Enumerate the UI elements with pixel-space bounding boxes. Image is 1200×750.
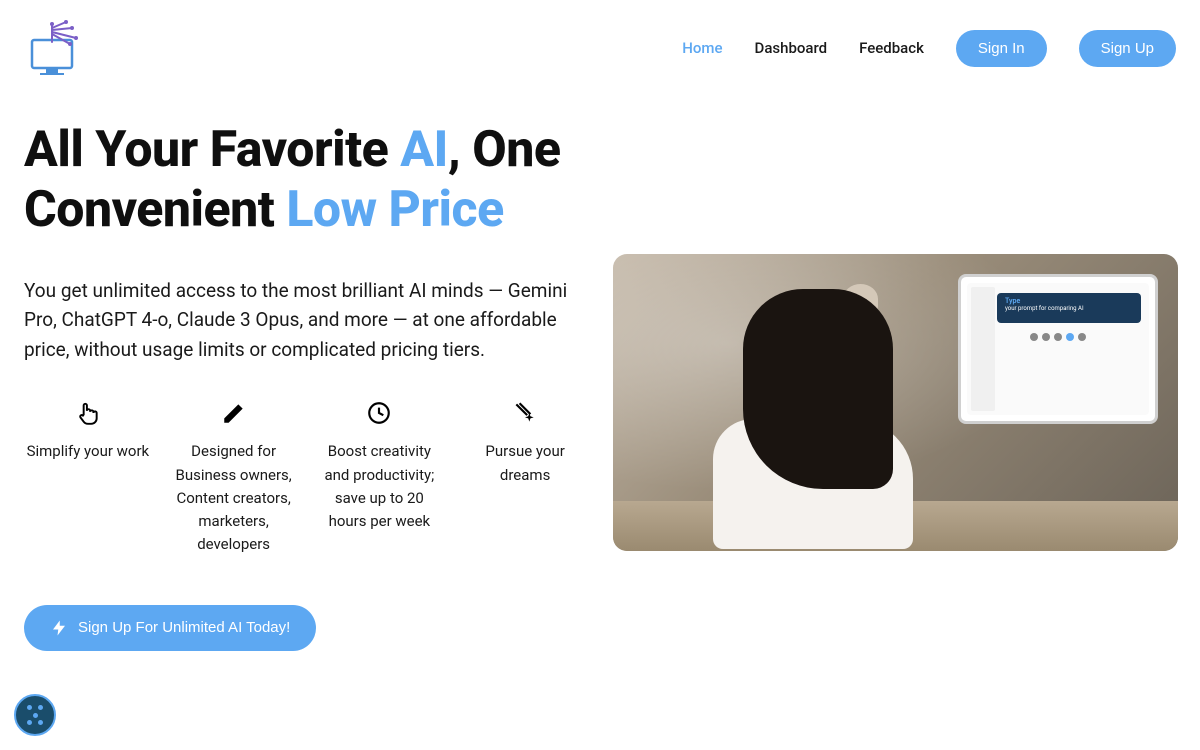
- cookie-icon: [23, 703, 47, 727]
- feature-productivity: Boost creativity and productivity; save …: [316, 400, 444, 556]
- nav-feedback[interactable]: Feedback: [859, 39, 924, 57]
- monitor-type-label: Type: [1005, 297, 1133, 305]
- cta-label: Sign Up For Unlimited AI Today!: [78, 619, 290, 636]
- features-row: Simplify your work Designed for Business…: [24, 400, 589, 556]
- logo[interactable]: [24, 20, 94, 76]
- clock-icon: [366, 400, 392, 426]
- nav-home[interactable]: Home: [682, 39, 722, 57]
- headline-accent-2: Low Price: [286, 181, 503, 239]
- signin-button[interactable]: Sign In: [956, 30, 1047, 67]
- shooting-star-icon: [512, 400, 538, 426]
- feature-text: Pursue your dreams: [461, 440, 589, 487]
- feature-text: Designed for Business owners, Content cr…: [170, 440, 298, 556]
- headline-accent-1: AI: [400, 121, 448, 179]
- page-headline: All Your Favorite AI, One Convenient Low…: [24, 120, 589, 240]
- pointer-icon: [75, 400, 101, 426]
- feature-text: Boost creativity and productivity; save …: [316, 440, 444, 533]
- monitor-prompt-label: your prompt for comparing AI: [1005, 305, 1133, 312]
- lightning-icon: [50, 619, 68, 637]
- signup-button[interactable]: Sign Up: [1079, 30, 1176, 67]
- hero-image: Type your prompt for comparing AI: [613, 254, 1178, 551]
- feature-text: Simplify your work: [24, 440, 152, 463]
- headline-text-1: All Your Favorite: [24, 121, 400, 179]
- feature-dreams: Pursue your dreams: [461, 400, 589, 556]
- feature-designed-for: Designed for Business owners, Content cr…: [170, 400, 298, 556]
- monitor-mockup: Type your prompt for comparing AI: [958, 274, 1158, 424]
- cookie-settings-button[interactable]: [14, 694, 56, 736]
- cta-signup-button[interactable]: Sign Up For Unlimited AI Today!: [24, 605, 316, 651]
- hero-subtext: You get unlimited access to the most bri…: [24, 276, 589, 364]
- nav-dashboard[interactable]: Dashboard: [755, 39, 828, 57]
- pencil-icon: [221, 400, 247, 426]
- feature-simplify: Simplify your work: [24, 400, 152, 556]
